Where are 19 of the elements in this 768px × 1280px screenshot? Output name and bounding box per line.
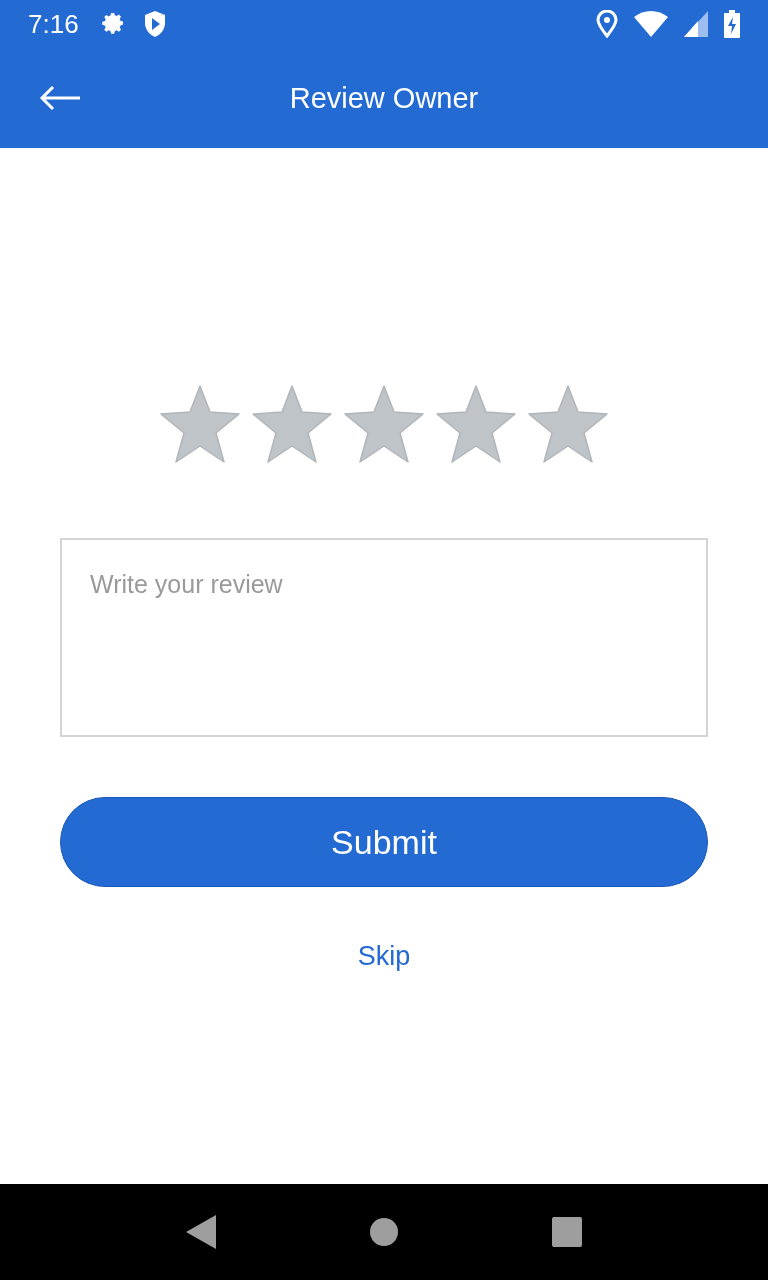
signal-icon xyxy=(684,11,708,37)
review-field[interactable]: Write your review xyxy=(60,538,708,737)
skip-link[interactable]: Skip xyxy=(357,941,411,972)
shield-icon xyxy=(142,10,167,38)
star-icon[interactable] xyxy=(435,384,517,464)
submit-button[interactable]: Submit xyxy=(60,797,708,887)
battery-icon xyxy=(724,10,740,38)
wifi-icon xyxy=(634,11,668,37)
back-nav-icon[interactable] xyxy=(186,1215,217,1249)
star-icon[interactable] xyxy=(251,384,333,464)
status-time: 7:16 xyxy=(28,8,79,40)
recents-nav-icon[interactable] xyxy=(551,1217,582,1247)
location-icon xyxy=(596,10,618,38)
screen-title: Review Owner xyxy=(289,81,479,115)
star-icon[interactable] xyxy=(159,384,241,464)
back-arrow-icon xyxy=(39,85,81,111)
star-icon[interactable] xyxy=(527,384,609,464)
star-icon[interactable] xyxy=(343,384,425,464)
home-nav-icon[interactable] xyxy=(369,1217,399,1247)
